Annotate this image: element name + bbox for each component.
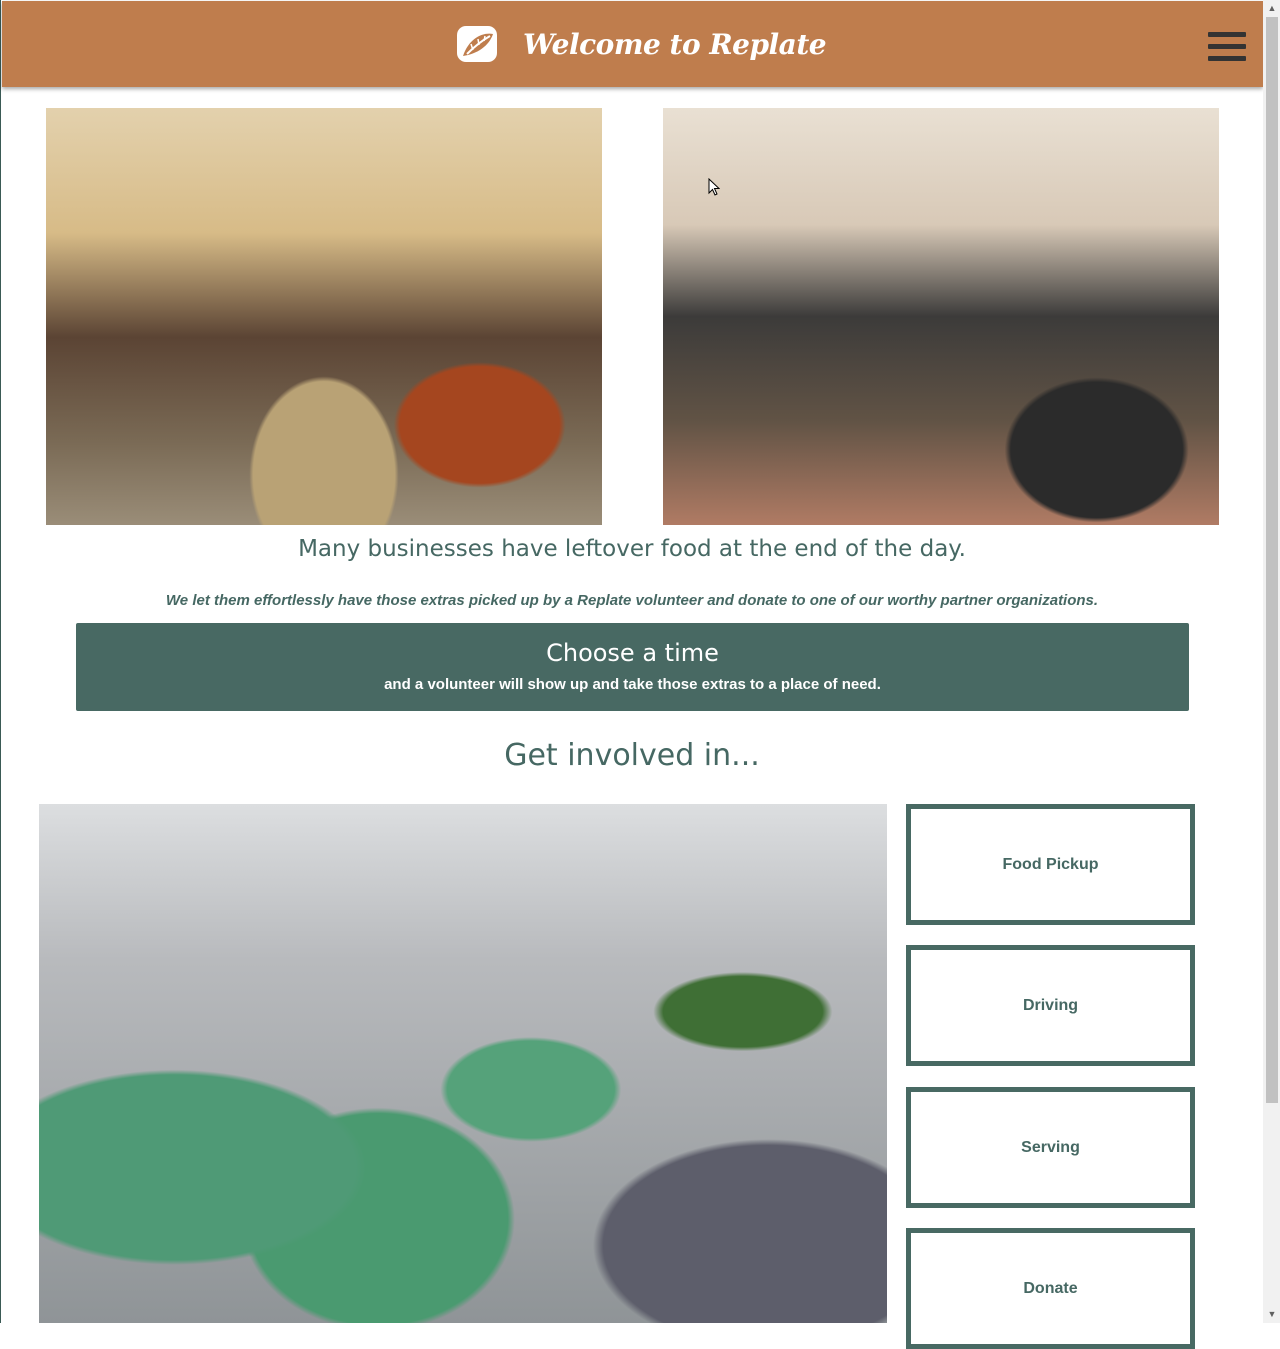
choose-time-button[interactable]: Choose a time and a volunteer will show … bbox=[76, 623, 1189, 711]
donate-button[interactable]: Donate bbox=[906, 1228, 1195, 1349]
serving-button[interactable]: Serving bbox=[906, 1087, 1195, 1208]
scrollbar-thumb[interactable] bbox=[1266, 17, 1278, 1103]
cta-subtitle: and a volunteer will show up and take th… bbox=[384, 676, 881, 693]
menu-bar-bottom bbox=[1208, 56, 1246, 61]
site-header: Welcome to Replate bbox=[2, 1, 1263, 87]
volunteers-group-photo bbox=[663, 108, 1219, 525]
menu-bar-top bbox=[1208, 32, 1246, 37]
mouse-cursor-icon bbox=[708, 178, 720, 196]
brand[interactable]: Welcome to Replate bbox=[455, 23, 827, 65]
food-pickup-button[interactable]: Food Pickup bbox=[906, 804, 1195, 925]
volunteers-serving-meal-photo bbox=[39, 804, 887, 1323]
vertical-scrollbar[interactable]: ▲ ▼ bbox=[1263, 0, 1280, 1323]
hamburger-menu-icon[interactable] bbox=[1208, 32, 1246, 62]
replate-leaf-logo-icon bbox=[457, 26, 497, 62]
menu-bar-middle bbox=[1208, 44, 1246, 49]
intro-subtagline: We let them effortlessly have those extr… bbox=[165, 592, 1099, 609]
cta-title: Choose a time bbox=[546, 639, 719, 667]
scroll-up-arrow-icon[interactable]: ▲ bbox=[1263, 0, 1280, 17]
volunteers-serving-food-photo bbox=[46, 108, 602, 525]
driving-button[interactable]: Driving bbox=[906, 945, 1195, 1066]
get-involved-heading: Get involved in... bbox=[504, 738, 760, 773]
intro-tagline: Many businesses have leftover food at th… bbox=[298, 536, 966, 562]
scroll-down-arrow-icon[interactable]: ▼ bbox=[1263, 1306, 1280, 1323]
site-title: Welcome to Replate bbox=[523, 27, 827, 61]
